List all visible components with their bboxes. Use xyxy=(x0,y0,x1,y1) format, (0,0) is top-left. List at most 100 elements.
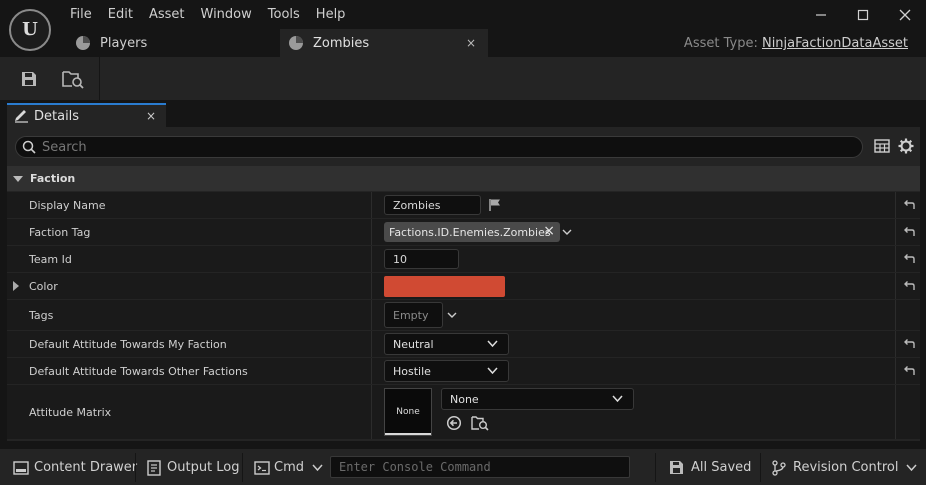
save-icon xyxy=(22,72,36,86)
faction-tag-chip[interactable]: Factions.ID.Enemies.Zombies × xyxy=(384,222,560,242)
menu-edit[interactable]: Edit xyxy=(100,4,141,26)
column-divider xyxy=(895,192,896,218)
all-saved-button[interactable]: All Saved xyxy=(669,449,751,485)
unreal-logo-icon[interactable] xyxy=(9,9,51,51)
dropdown-value: Hostile xyxy=(393,364,431,378)
tab-players[interactable]: Players xyxy=(66,29,280,57)
reset-to-default-button[interactable] xyxy=(902,225,916,239)
output-log-icon xyxy=(147,459,161,476)
cmd-selector[interactable]: Cmd xyxy=(254,449,323,485)
reset-to-default-button[interactable] xyxy=(902,252,916,266)
menu-help[interactable]: Help xyxy=(308,4,354,26)
property-label: Default Attitude Towards Other Factions xyxy=(29,364,248,378)
details-panel: Faction Display Name Zombies Faction Tag… xyxy=(7,127,920,441)
collapse-arrow-icon xyxy=(13,175,23,182)
pencil-icon xyxy=(15,110,28,123)
localization-flag-icon[interactable] xyxy=(488,198,502,212)
search-icon xyxy=(22,140,36,154)
property-label: Display Name xyxy=(29,198,106,212)
menu-file[interactable]: File xyxy=(62,4,100,26)
asset-type-link[interactable]: NinjaFactionDataAsset xyxy=(762,36,908,51)
toolbar xyxy=(0,57,926,100)
browse-to-asset-button[interactable] xyxy=(59,65,87,93)
column-divider xyxy=(371,385,372,439)
column-divider xyxy=(895,358,896,384)
console-command-field xyxy=(330,456,630,478)
window-controls xyxy=(800,0,926,30)
revision-control-button[interactable]: Revision Control xyxy=(772,449,918,485)
use-selected-asset-icon[interactable] xyxy=(446,415,462,431)
search-input[interactable] xyxy=(42,139,822,155)
team-id-field[interactable]: 10 xyxy=(384,249,459,269)
revision-control-label: Revision Control xyxy=(793,460,899,475)
asset-type: Asset Type: NinjaFactionDataAsset xyxy=(684,36,908,51)
menu-asset[interactable]: Asset xyxy=(141,4,193,26)
column-divider xyxy=(371,192,372,218)
chevron-down-icon xyxy=(906,464,918,472)
chevron-down-icon xyxy=(312,464,323,472)
details-tab-label: Details xyxy=(34,108,80,124)
column-divider xyxy=(371,273,372,299)
attitude-my-faction-dropdown[interactable]: Neutral xyxy=(384,333,509,355)
property-row-attitude-matrix: Attitude Matrix None None xyxy=(7,385,920,440)
minimize-button[interactable] xyxy=(800,0,842,30)
chevron-down-icon xyxy=(487,367,498,375)
attitude-other-factions-dropdown[interactable]: Hostile xyxy=(384,360,509,382)
search-bar xyxy=(15,136,863,158)
content-drawer-label: Content Drawer xyxy=(34,460,138,475)
reset-to-default-button[interactable] xyxy=(902,198,916,212)
details-tab[interactable]: Details × xyxy=(7,103,166,127)
faction-tag-value: Factions.ID.Enemies.Zombies xyxy=(389,225,551,239)
table-icon xyxy=(874,139,890,153)
settings-button[interactable] xyxy=(897,137,915,155)
menu-bar: File Edit Asset Window Tools Help xyxy=(62,4,353,26)
property-matrix-button[interactable] xyxy=(873,137,891,155)
tab-close-button[interactable]: × xyxy=(466,36,476,50)
output-log-button[interactable]: Output Log xyxy=(147,449,240,485)
chevron-down-icon[interactable] xyxy=(562,228,572,236)
close-window-button[interactable] xyxy=(884,0,926,30)
reset-to-default-button[interactable] xyxy=(902,364,916,378)
tab-zombies[interactable]: Zombies × xyxy=(280,29,488,57)
property-row-display-name: Display Name Zombies xyxy=(7,192,920,219)
terminal-icon xyxy=(254,460,270,475)
close-icon xyxy=(899,9,911,21)
console-command-input[interactable] xyxy=(339,460,619,474)
remove-tag-button[interactable]: × xyxy=(543,223,555,239)
output-log-label: Output Log xyxy=(167,460,240,475)
browse-to-asset-icon[interactable] xyxy=(471,414,489,431)
reset-arrow-icon xyxy=(904,281,915,290)
menu-tools[interactable]: Tools xyxy=(260,4,308,26)
details-tab-close-button[interactable]: × xyxy=(146,109,156,123)
category-faction[interactable]: Faction xyxy=(7,166,920,191)
color-swatch[interactable] xyxy=(384,276,505,297)
attitude-matrix-asset-picker[interactable]: None xyxy=(441,388,634,410)
column-divider xyxy=(371,246,372,272)
tags-container-field[interactable]: Empty xyxy=(384,302,443,328)
data-asset-icon xyxy=(76,36,90,50)
reset-arrow-icon xyxy=(904,254,915,263)
column-divider xyxy=(371,331,372,357)
property-label: Team Id xyxy=(29,252,72,266)
cmd-label: Cmd xyxy=(274,460,304,475)
browse-to-asset-icon xyxy=(62,71,84,89)
property-row-color: Color xyxy=(7,273,920,300)
title-bar: File Edit Asset Window Tools Help Player… xyxy=(0,0,926,57)
save-button[interactable] xyxy=(15,65,43,93)
display-name-field[interactable]: Zombies xyxy=(384,195,481,215)
property-row-faction-tag: Faction Tag Factions.ID.Enemies.Zombies … xyxy=(7,219,920,246)
chevron-down-icon xyxy=(612,395,623,403)
expand-arrow-icon[interactable] xyxy=(13,281,19,291)
column-divider xyxy=(371,358,372,384)
maximize-button[interactable] xyxy=(842,0,884,30)
property-row-attitude-my-faction: Default Attitude Towards My Faction Neut… xyxy=(7,331,920,358)
property-label: Tags xyxy=(29,308,54,322)
column-divider xyxy=(895,385,896,439)
dropdown-value: None xyxy=(450,392,479,406)
content-drawer-button[interactable]: Content Drawer xyxy=(13,449,137,485)
reset-to-default-button[interactable] xyxy=(902,337,916,351)
menu-window[interactable]: Window xyxy=(193,4,260,26)
reset-to-default-button[interactable] xyxy=(902,279,916,293)
asset-thumbnail[interactable]: None xyxy=(384,388,432,436)
chevron-down-icon[interactable] xyxy=(447,311,457,319)
